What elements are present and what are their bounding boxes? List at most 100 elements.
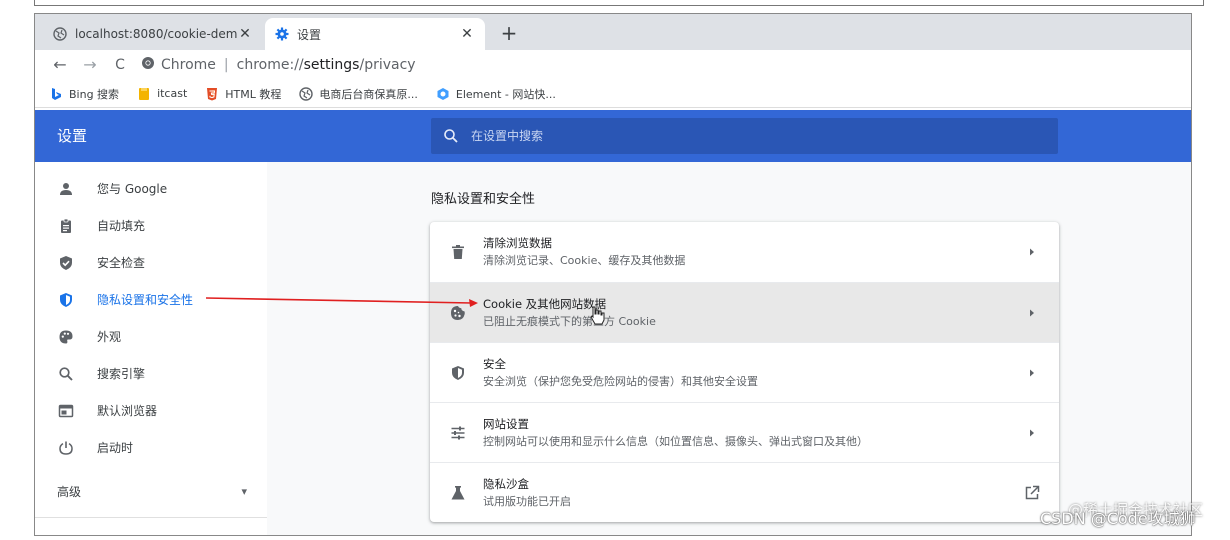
chrome-logo-icon: [141, 56, 155, 74]
sidebar-item-label: 搜索引擎: [97, 367, 146, 381]
reload-button[interactable]: C: [105, 52, 135, 78]
bookmark-label: itcast: [157, 87, 188, 100]
watermark-csdn: CSDN @Code攻城狮: [1040, 509, 1196, 528]
chevron-right-icon: [1017, 303, 1047, 323]
browser-window: localhost:8080/cookie-demo/c ✕ 设置 ✕ + ← …: [34, 13, 1192, 536]
row-cookies[interactable]: Cookie 及其他网站数据 已阻止无痕模式下的第三方 Cookie: [430, 282, 1059, 342]
settings-search[interactable]: [431, 118, 1058, 154]
tab-strip: localhost:8080/cookie-demo/c ✕ 设置 ✕ +: [35, 14, 1191, 50]
url-host: settings: [303, 57, 360, 73]
settings-main: 隐私设置和安全性 清除浏览数据 清除浏览记录、Cookie、缓存及其他数据 Co…: [267, 162, 1191, 535]
globe-icon: [53, 27, 67, 41]
url-scheme: chrome://: [236, 57, 304, 73]
row-title: 网站设置: [483, 416, 529, 431]
sidebar-item-autofill[interactable]: 自动填充: [35, 207, 267, 244]
sidebar-item-appearance[interactable]: 外观: [35, 318, 267, 355]
row-subtitle: 安全浏览（保护您免受危险网站的侵害）和其他安全设置: [483, 374, 758, 388]
row-clear-browsing-data[interactable]: 清除浏览数据 清除浏览记录、Cookie、缓存及其他数据: [430, 222, 1059, 282]
sidebar-item-label: 安全检查: [97, 256, 146, 270]
sidebar-advanced-toggle[interactable]: 高级 ▾: [57, 480, 247, 502]
privacy-card: 清除浏览数据 清除浏览记录、Cookie、缓存及其他数据 Cookie 及其他网…: [430, 222, 1059, 522]
palette-icon: [57, 328, 75, 346]
person-icon: [57, 180, 75, 198]
sidebar-item-search-engine[interactable]: 搜索引擎: [35, 355, 267, 392]
toolbar: ← → C Chrome | chrome://settings/privacy: [35, 50, 1191, 80]
folder-icon: [137, 87, 151, 101]
html5-icon: [205, 87, 219, 101]
row-site-settings[interactable]: 网站设置 控制网站可以使用和显示什么信息（如位置信息、摄像头、弹出式窗口及其他）: [430, 402, 1059, 462]
row-subtitle: 已阻止无痕模式下的第三方 Cookie: [483, 314, 656, 328]
search-icon: [57, 365, 75, 383]
row-security[interactable]: 安全 安全浏览（保护您免受危险网站的侵害）和其他安全设置: [430, 342, 1059, 402]
settings-header: 设置: [35, 110, 1191, 162]
url-path: /privacy: [359, 57, 416, 73]
external-link-icon: [1017, 483, 1047, 503]
chevron-right-icon: [1017, 242, 1047, 262]
tab-title: 设置: [297, 27, 322, 42]
sidebar-item-label: 您与 Google: [97, 182, 168, 196]
row-subtitle: 清除浏览记录、Cookie、缓存及其他数据: [483, 254, 686, 267]
forward-button[interactable]: →: [75, 52, 105, 78]
sidebar-item-label: 外观: [97, 330, 122, 344]
bookmark-label: Element - 网站快...: [455, 87, 556, 101]
close-icon[interactable]: ✕: [237, 26, 253, 42]
chevron-right-icon: [1017, 423, 1047, 443]
gear-icon: [275, 27, 289, 41]
chevron-down-icon: ▾: [241, 484, 247, 498]
shield-check-icon: [57, 254, 75, 272]
address-bar[interactable]: Chrome | chrome://settings/privacy: [141, 56, 416, 74]
back-button[interactable]: ←: [45, 52, 75, 78]
cookie-icon: [449, 304, 467, 322]
globe-icon: [299, 86, 314, 101]
sidebar-item-label: 自动填充: [97, 219, 146, 233]
bing-icon: [49, 87, 63, 101]
clipboard-icon: [57, 217, 75, 235]
row-privacy-sandbox[interactable]: 隐私沙盒 试用版功能已开启: [430, 462, 1059, 522]
advanced-label: 高级: [57, 484, 82, 499]
shield-icon: [57, 291, 75, 309]
bookmark-label: 电商后台商保真原...: [319, 87, 418, 101]
sidebar-item-safety-check[interactable]: 安全检查: [35, 244, 267, 281]
chrome-chip-label: Chrome: [161, 57, 216, 73]
chevron-right-icon: [1017, 363, 1047, 383]
page-title: 设置: [57, 127, 88, 145]
bookmark-element[interactable]: Element - 网站快...: [436, 86, 556, 102]
outer-frame: [34, 0, 1204, 6]
sidebar-item-default-browser[interactable]: 默认浏览器: [35, 392, 267, 429]
element-logo-icon: [436, 87, 450, 101]
bookmark-label: Bing 搜索: [69, 87, 120, 101]
row-title: 安全: [483, 356, 506, 371]
sidebar-item-label: 启动时: [97, 441, 134, 455]
bookmark-ecommerce[interactable]: 电商后台商保真原...: [299, 86, 418, 102]
bookmark-bing[interactable]: Bing 搜索: [49, 86, 119, 102]
sliders-icon: [449, 424, 467, 442]
bookmark-html[interactable]: HTML 教程: [205, 86, 281, 102]
flask-icon: [449, 484, 467, 502]
power-icon: [57, 439, 75, 457]
sidebar-divider: [35, 517, 267, 518]
sidebar-item-you-and-google[interactable]: 您与 Google: [35, 170, 267, 207]
new-tab-button[interactable]: +: [495, 20, 523, 48]
url-separator: |: [223, 57, 229, 73]
close-icon[interactable]: ✕: [459, 26, 475, 42]
row-title: Cookie 及其他网站数据: [483, 296, 607, 311]
sidebar-item-label: 隐私设置和安全性: [97, 293, 194, 307]
bookmark-label: HTML 教程: [225, 87, 282, 101]
search-input[interactable]: [471, 129, 991, 143]
chrome-chip[interactable]: Chrome: [141, 56, 216, 74]
trash-icon: [449, 243, 467, 261]
tab-settings[interactable]: 设置 ✕: [265, 18, 485, 50]
tab-localhost[interactable]: localhost:8080/cookie-demo/c ✕: [43, 18, 263, 50]
row-title: 隐私沙盒: [483, 476, 529, 491]
row-subtitle: 控制网站可以使用和显示什么信息（如位置信息、摄像头、弹出式窗口及其他）: [483, 434, 868, 448]
row-subtitle: 试用版功能已开启: [483, 494, 571, 508]
shield-icon: [449, 364, 467, 382]
bookmarks-bar: Bing 搜索 itcast HTML 教程 电商后台商保真原... Eleme…: [35, 80, 1191, 108]
row-title: 清除浏览数据: [483, 236, 552, 250]
section-title: 隐私设置和安全性: [431, 192, 536, 207]
sidebar-item-privacy[interactable]: 隐私设置和安全性: [35, 281, 267, 318]
search-icon: [443, 128, 459, 144]
sidebar-item-label: 默认浏览器: [97, 404, 158, 418]
sidebar-item-on-startup[interactable]: 启动时: [35, 429, 267, 466]
bookmark-itcast[interactable]: itcast: [137, 87, 187, 101]
